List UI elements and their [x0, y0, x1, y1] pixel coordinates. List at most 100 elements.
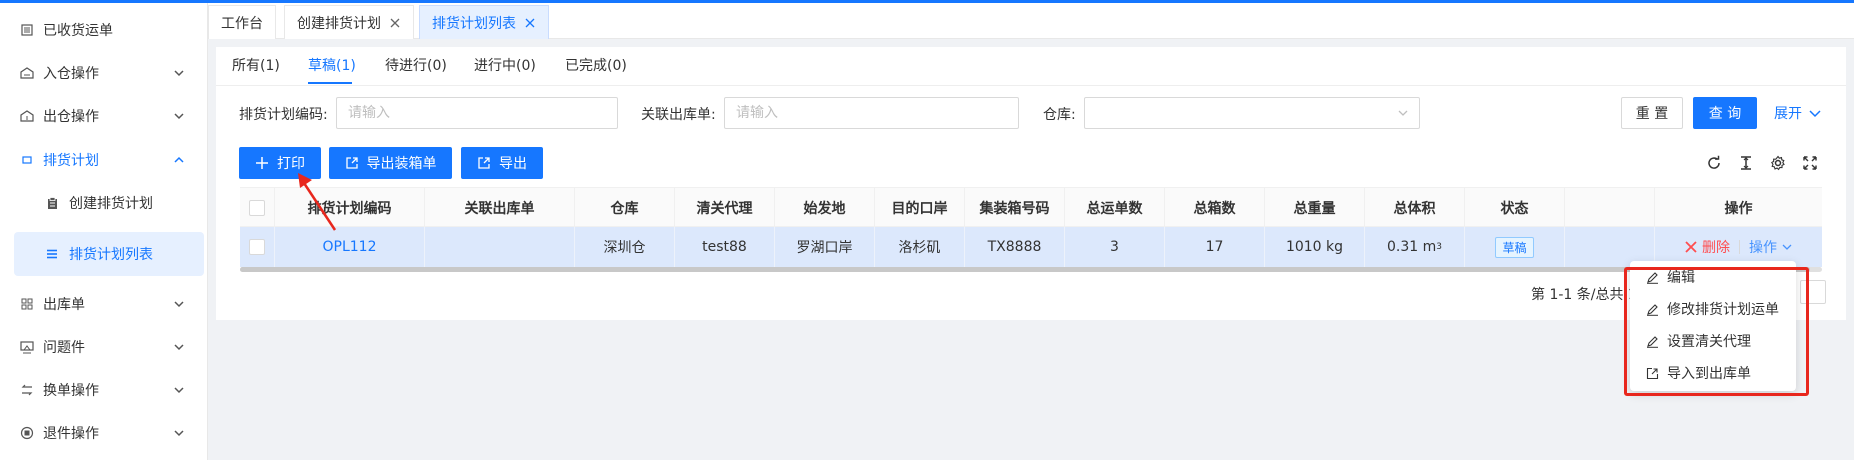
sidebar-item-problem-items[interactable]: 问题件	[0, 325, 208, 369]
sidebar-item-label: 已收货运单	[43, 23, 113, 39]
sidebar-item-create-plan[interactable]: 创建排货计划	[0, 181, 208, 225]
status-tab-pending[interactable]: 待进行(0)	[385, 55, 447, 75]
export-packing-button[interactable]: 导出装箱单	[329, 147, 452, 179]
sidebar-item-outbound[interactable]: 出仓操作	[0, 94, 208, 138]
menu-item-label: 编辑	[1667, 270, 1695, 286]
menu-list-icon	[45, 247, 59, 261]
sidebar-item-outbound-order[interactable]: 出库单	[0, 282, 208, 326]
sidebar-item-return[interactable]: 退件操作	[0, 411, 208, 455]
more-actions-label: 操作	[1749, 240, 1777, 256]
select-all-checkbox[interactable]	[249, 200, 265, 216]
action-separator	[1739, 240, 1740, 254]
menu-item-label: 修改排货计划运单	[1667, 302, 1779, 318]
cell-warehouse: 深圳仓	[575, 227, 675, 267]
column-height-icon[interactable]	[1738, 155, 1754, 171]
delete-button[interactable]: 删除	[1684, 237, 1730, 257]
scrollbar-thumb[interactable]	[240, 267, 1810, 272]
page-tab-create-plan[interactable]: 创建排货计划	[284, 5, 414, 39]
plan-code-link[interactable]: OPL112	[323, 239, 377, 255]
column-header: 仓库	[575, 188, 675, 228]
menu-item-import-to-outbound[interactable]: 导入到出库单	[1630, 357, 1796, 389]
actions-dropdown-menu: 编辑 修改排货计划运单 设置清关代理 导入到出库单	[1630, 261, 1796, 391]
cell-outbound	[425, 227, 575, 267]
status-tab-in-progress[interactable]: 进行中(0)	[474, 55, 536, 75]
page-button[interactable]	[1800, 280, 1826, 304]
page-tab-dashboard[interactable]: 工作台	[208, 5, 276, 39]
menu-item-edit[interactable]: 编辑	[1630, 261, 1796, 293]
export-label: 导出	[499, 156, 527, 172]
sidebar-item-exchange[interactable]: 换单操作	[0, 368, 208, 412]
column-header: 总箱数	[1165, 188, 1265, 228]
sidebar: 已收货运单 入仓操作 出仓操作 排货计划 创建排货计划 排货计划列表 出库单 问…	[0, 3, 208, 460]
close-icon[interactable]	[389, 17, 401, 29]
pagination-summary: 第 1-1 条/总共 1	[1531, 287, 1637, 303]
horizontal-scrollbar[interactable]	[240, 267, 1822, 272]
sidebar-item-label: 换单操作	[43, 383, 99, 399]
page-tab-plan-list[interactable]: 排货计划列表	[419, 5, 549, 39]
expand-label: 展开	[1774, 106, 1802, 122]
close-icon[interactable]	[524, 17, 536, 29]
status-tab-all[interactable]: 所有(1)	[232, 55, 280, 75]
import-icon	[1646, 367, 1659, 379]
warehouse-select[interactable]	[1084, 97, 1420, 129]
row-checkbox[interactable]	[249, 239, 265, 255]
expand-filters-link[interactable]: 展开	[1774, 103, 1822, 123]
chevron-down-icon	[1398, 110, 1408, 116]
chevron-down-icon	[174, 70, 184, 77]
page-tabs-bar: 工作台 创建排货计划 排货计划列表	[208, 3, 1854, 39]
settings-icon[interactable]	[1770, 155, 1786, 171]
menu-item-modify-waybills[interactable]: 修改排货计划运单	[1630, 293, 1796, 325]
sidebar-item-received-waybills[interactable]: 已收货运单	[0, 8, 208, 52]
more-actions-button[interactable]: 操作	[1749, 237, 1793, 257]
menu-item-label: 设置清关代理	[1667, 334, 1751, 350]
monitor-icon	[20, 340, 34, 354]
cell-container: TX8888	[965, 227, 1065, 267]
fullscreen-icon[interactable]	[1802, 155, 1818, 171]
return-icon	[20, 426, 34, 440]
cell-agent: test88	[675, 227, 775, 267]
column-header: 总体积	[1365, 188, 1465, 228]
sidebar-item-shipping-plan[interactable]: 排货计划	[0, 138, 208, 182]
cell-weight: 1010 kg	[1265, 227, 1365, 267]
export-button[interactable]: 导出	[461, 147, 543, 179]
column-header: 清关代理	[675, 188, 775, 228]
sidebar-item-inbound[interactable]: 入仓操作	[0, 51, 208, 95]
reset-button[interactable]: 重 置	[1621, 97, 1683, 129]
column-header: 始发地	[775, 188, 875, 228]
refresh-icon[interactable]	[1706, 155, 1722, 171]
column-header: 目的口岸	[875, 188, 965, 228]
plan-icon	[20, 153, 34, 167]
volume-unit-sup: 3	[1436, 242, 1442, 252]
content-card	[216, 47, 1846, 320]
status-badge: 草稿	[1495, 236, 1534, 258]
query-button[interactable]: 查 询	[1693, 97, 1757, 129]
plus-icon	[256, 157, 268, 169]
column-header: 总重量	[1265, 188, 1365, 228]
print-button[interactable]: 打印	[239, 147, 321, 179]
cell-boxes: 17	[1165, 227, 1265, 267]
warehouse-label: 仓库:	[1043, 107, 1076, 123]
export-icon	[345, 157, 358, 169]
status-tab-completed[interactable]: 已完成(0)	[565, 55, 627, 75]
plan-code-input[interactable]	[336, 97, 618, 129]
delete-label: 删除	[1702, 240, 1730, 256]
outbound-label: 关联出库单:	[641, 107, 716, 123]
sidebar-item-plan-list[interactable]: 排货计划列表	[14, 232, 204, 276]
row-checkbox-cell	[240, 227, 275, 267]
sidebar-item-label: 退件操作	[43, 426, 99, 442]
chevron-down-icon	[174, 430, 184, 437]
column-header: 操作	[1724, 201, 1753, 217]
outbound-input[interactable]	[724, 97, 1019, 129]
sidebar-item-label: 排货计划	[43, 153, 99, 169]
cell-volume: 0.31 m3	[1365, 227, 1465, 267]
menu-item-set-customs-agent[interactable]: 设置清关代理	[1630, 325, 1796, 357]
sidebar-item-label: 入仓操作	[43, 66, 99, 82]
column-header: 集装箱号码	[965, 188, 1065, 228]
clipboard-icon	[45, 196, 59, 210]
sidebar-item-label: 创建排货计划	[69, 196, 153, 212]
table-header: 排货计划编码 关联出库单 仓库 清关代理 始发地 目的口岸 集装箱号码 总运单数…	[240, 187, 1822, 228]
cell-destination: 洛杉矶	[875, 227, 965, 267]
close-icon	[1685, 241, 1697, 253]
status-tab-draft[interactable]: 草稿(1)	[308, 55, 356, 75]
sidebar-item-label: 问题件	[43, 340, 85, 356]
